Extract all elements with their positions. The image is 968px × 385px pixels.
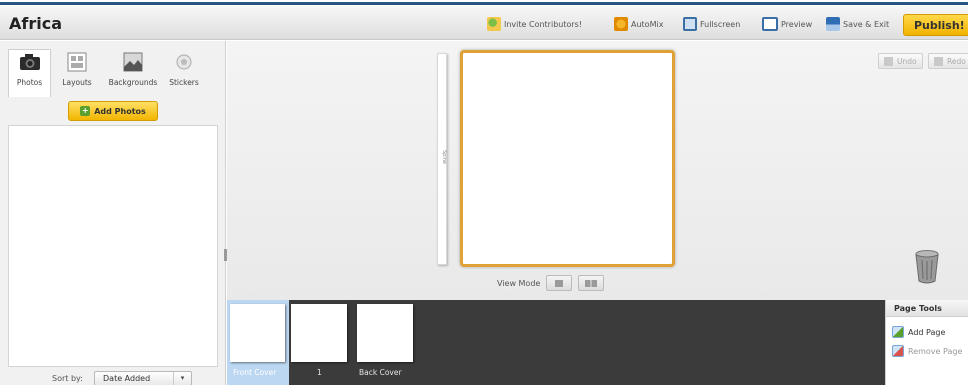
page-canvas[interactable] bbox=[460, 50, 675, 267]
add-page-icon bbox=[892, 326, 904, 338]
sort-label: Sort by: bbox=[52, 374, 83, 383]
tab-layouts-label: Layouts bbox=[62, 78, 92, 87]
save-exit-label: Save & Exit bbox=[843, 19, 890, 29]
automix-label: AutoMix bbox=[631, 19, 664, 29]
view-mode-label: View Mode bbox=[497, 278, 541, 288]
tab-backgrounds[interactable]: Backgrounds bbox=[103, 49, 163, 97]
add-page-label: Add Page bbox=[908, 327, 946, 337]
spine-label: Spine bbox=[441, 150, 447, 164]
preview-button[interactable]: Preview bbox=[762, 15, 812, 33]
page-thumb-back-cover[interactable]: Back Cover bbox=[355, 300, 417, 385]
add-icon: + bbox=[80, 106, 91, 116]
tab-photos[interactable]: Photos bbox=[8, 49, 51, 97]
preview-label: Preview bbox=[781, 19, 813, 29]
fullscreen-icon bbox=[683, 17, 697, 31]
single-page-icon bbox=[555, 279, 564, 287]
book-title: Africa bbox=[9, 14, 62, 33]
invite-icon bbox=[487, 17, 501, 31]
redo-icon bbox=[934, 56, 943, 66]
content-tabs: Photos Layouts Backgrounds Stickers bbox=[8, 49, 205, 97]
remove-page-button[interactable]: Remove Page bbox=[892, 344, 962, 358]
chevron-down-icon: ▾ bbox=[173, 372, 191, 385]
page-thumb-label: Front Cover bbox=[233, 368, 277, 377]
camera-icon bbox=[19, 52, 41, 72]
undo-button[interactable]: Undo bbox=[878, 53, 923, 69]
header-toolbar: Africa Invite Contributors! AutoMix Full… bbox=[0, 6, 968, 40]
tab-layouts[interactable]: Layouts bbox=[51, 49, 103, 97]
redo-label: Redo bbox=[947, 56, 966, 66]
editor-workspace: Spine View Mode Undo Redo bbox=[227, 41, 968, 300]
fullscreen-label: Fullscreen bbox=[700, 19, 741, 29]
invite-contributors-button[interactable]: Invite Contributors! bbox=[487, 15, 582, 33]
page-tools-panel: Page Tools Add Page Remove Page bbox=[885, 300, 968, 385]
page-thumbnail bbox=[357, 304, 413, 362]
tab-stickers[interactable]: Stickers bbox=[163, 49, 205, 97]
tab-stickers-label: Stickers bbox=[169, 78, 199, 87]
fullscreen-button[interactable]: Fullscreen bbox=[683, 15, 740, 33]
preview-icon bbox=[762, 17, 778, 31]
automix-icon bbox=[614, 17, 628, 31]
add-page-button[interactable]: Add Page bbox=[892, 325, 945, 339]
sort-row: Sort by: Date Added ▾ bbox=[8, 371, 218, 385]
sort-select[interactable]: Date Added ▾ bbox=[94, 371, 192, 385]
add-photos-label: Add Photos bbox=[94, 106, 146, 116]
spread-icon bbox=[585, 279, 598, 287]
tab-backgrounds-label: Backgrounds bbox=[108, 78, 158, 87]
undo-icon bbox=[884, 56, 893, 66]
photo-list[interactable] bbox=[8, 125, 218, 367]
save-icon bbox=[826, 17, 840, 31]
left-panel: Photos Layouts Backgrounds Stickers + Ad… bbox=[0, 41, 227, 385]
stickers-icon bbox=[173, 52, 195, 72]
page-tools-title: Page Tools bbox=[886, 300, 968, 317]
tab-photos-label: Photos bbox=[16, 78, 43, 87]
spread-view-button[interactable] bbox=[578, 275, 605, 291]
page-thumb-1[interactable]: 1 bbox=[289, 300, 351, 385]
trash-icon[interactable] bbox=[913, 246, 941, 286]
save-exit-button[interactable]: Save & Exit bbox=[826, 15, 889, 33]
redo-button[interactable]: Redo bbox=[928, 53, 968, 69]
page-thumb-label: 1 bbox=[317, 368, 322, 377]
view-mode-controls: View Mode bbox=[497, 274, 605, 292]
layouts-icon bbox=[66, 52, 88, 72]
single-page-view-button[interactable] bbox=[546, 275, 573, 291]
app-window: Africa Invite Contributors! AutoMix Full… bbox=[0, 0, 968, 385]
add-photos-button[interactable]: + Add Photos bbox=[68, 101, 158, 121]
page-thumbnail bbox=[230, 304, 285, 362]
automix-button[interactable]: AutoMix bbox=[614, 15, 663, 33]
sort-value: Date Added bbox=[103, 374, 151, 383]
invite-contributors-label: Invite Contributors! bbox=[504, 19, 583, 29]
remove-page-icon bbox=[892, 345, 904, 357]
remove-page-label: Remove Page bbox=[908, 346, 963, 356]
undo-label: Undo bbox=[897, 56, 917, 66]
page-thumb-label: Back Cover bbox=[359, 368, 402, 377]
backgrounds-icon bbox=[122, 52, 144, 72]
page-thumbnail bbox=[291, 304, 347, 362]
top-accent-bar bbox=[0, 2, 968, 5]
publish-button[interactable]: Publish! bbox=[903, 14, 968, 36]
page-thumb-front-cover[interactable]: Front Cover bbox=[227, 300, 289, 385]
page-filmstrip: Front Cover 1 Back Cover bbox=[227, 300, 885, 385]
